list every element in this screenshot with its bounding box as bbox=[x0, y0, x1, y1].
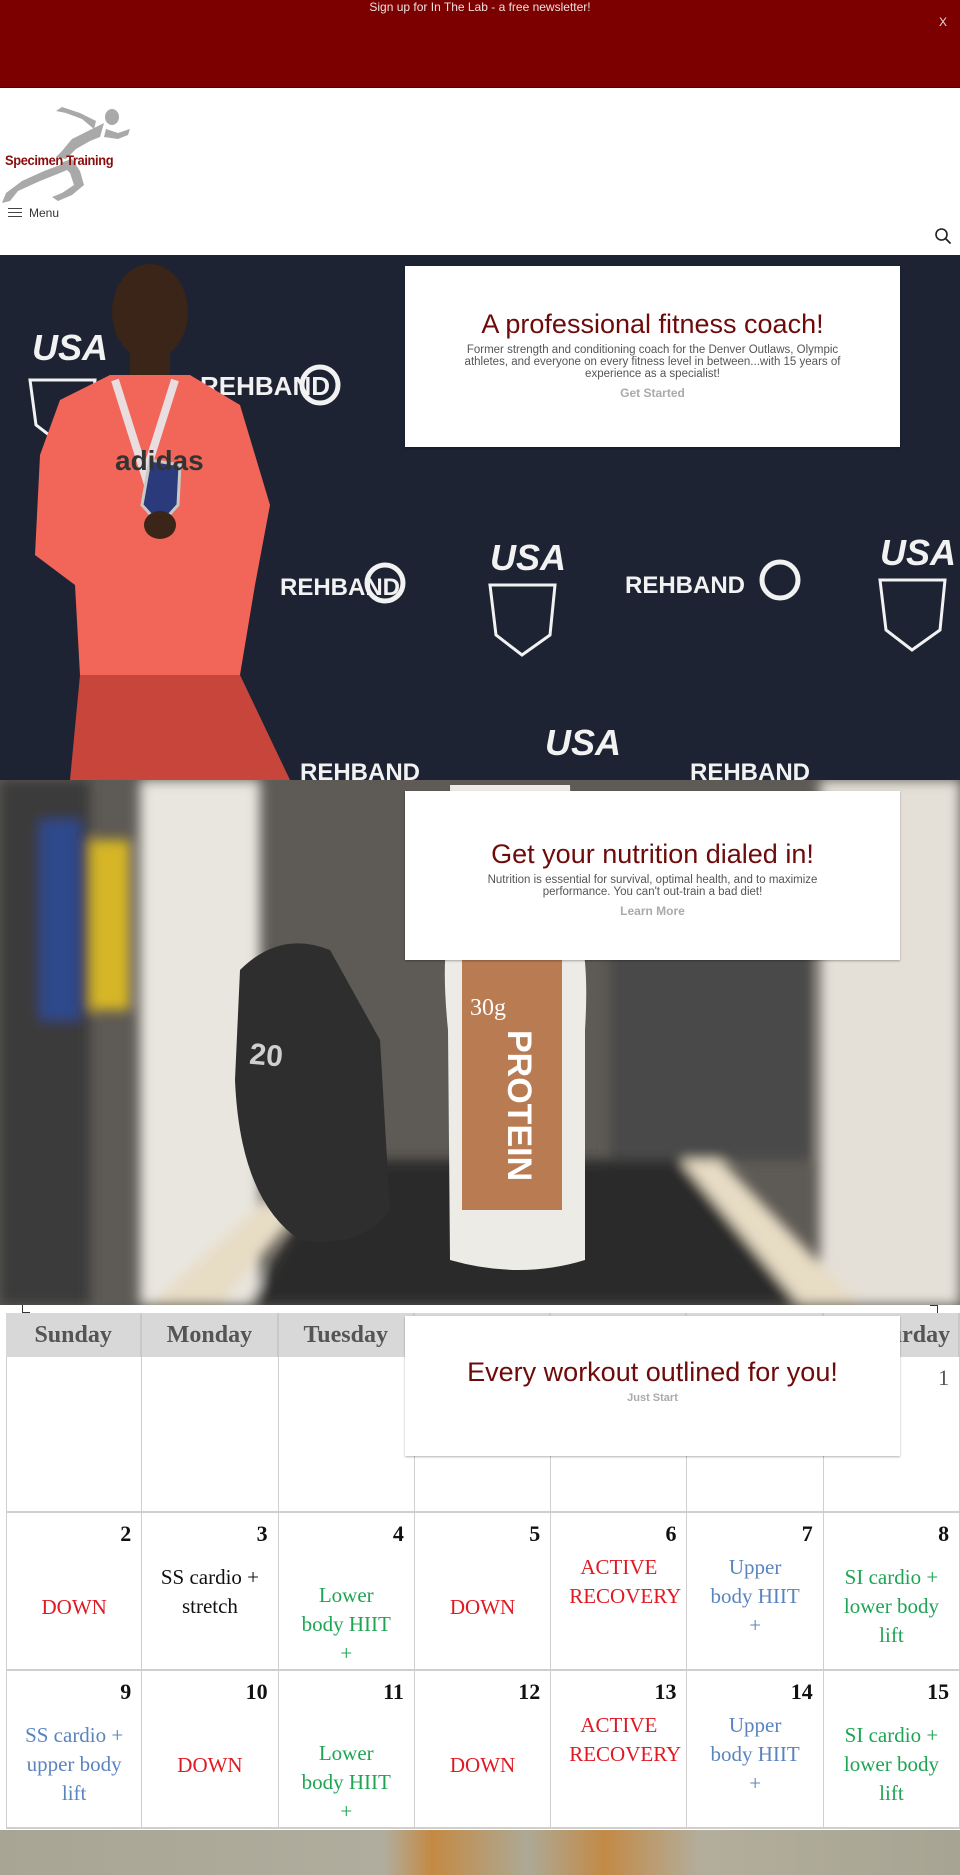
day-number: 13 bbox=[654, 1679, 677, 1704]
slide-title: Every workout outlined for you! bbox=[467, 1357, 838, 1387]
search-button[interactable] bbox=[934, 227, 952, 245]
day-number: 4 bbox=[392, 1521, 404, 1546]
calendar-day-cell bbox=[6, 1357, 143, 1513]
svg-text:USA: USA bbox=[880, 532, 956, 573]
crop-mark-right bbox=[930, 1305, 938, 1313]
calendar-week-row: 2 DOWN 3 SS cardio + stretch 4 Lower body HII… bbox=[6, 1513, 960, 1671]
calendar-day-cell: 10 DOWN bbox=[142, 1671, 279, 1829]
calendar-day-cell: 2 DOWN bbox=[6, 1513, 143, 1671]
svg-text:adidas: adidas bbox=[115, 445, 204, 476]
calendar-day-cell: 15 SI cardio + lower body lift bbox=[823, 1671, 960, 1829]
day-number: 2 bbox=[120, 1521, 132, 1546]
calendar-day-cell: 5 DOWN bbox=[414, 1513, 552, 1671]
calendar-day-cell: 12 DOWN bbox=[414, 1671, 552, 1829]
workout-label: SI cardio + lower body lift bbox=[843, 1723, 939, 1805]
learn-more-link[interactable]: Learn More bbox=[620, 904, 685, 918]
workout-label: ACTIVE RECOVERY bbox=[569, 1555, 682, 1608]
calendar-day-cell: 4 Lower body HIIT + bbox=[278, 1513, 415, 1671]
svg-text:REHBAND: REHBAND bbox=[300, 759, 420, 780]
calendar-header-cell: Monday bbox=[142, 1313, 279, 1357]
day-number: 9 bbox=[120, 1679, 132, 1704]
day-number: 8 bbox=[938, 1521, 950, 1546]
day-number: 7 bbox=[801, 1521, 813, 1546]
calendar-day-cell: 9 SS cardio + upper body lift bbox=[6, 1671, 143, 1829]
calendar-day-cell bbox=[142, 1357, 279, 1513]
day-number: 6 bbox=[665, 1521, 677, 1546]
svg-text:PROTEIN: PROTEIN bbox=[500, 1030, 538, 1181]
slide-title: A professional fitness coach! bbox=[481, 309, 824, 339]
next-slide-photo bbox=[0, 1830, 960, 1875]
newsletter-signup-link[interactable]: Sign up for In The Lab - a free newslett… bbox=[0, 0, 960, 14]
crop-mark-left bbox=[22, 1305, 30, 1313]
calendar-day-cell: 7 Upper body HIIT + bbox=[687, 1513, 824, 1671]
hamburger-icon bbox=[8, 208, 22, 218]
hero-card-nutrition: Get your nutrition dialed in! Nutrition … bbox=[405, 791, 900, 960]
menu-button[interactable]: Menu bbox=[8, 206, 59, 220]
calendar-day-cell: 3 SS cardio + stretch bbox=[142, 1513, 279, 1671]
hero-card-workouts: Every workout outlined for you! Just Sta… bbox=[405, 1316, 900, 1456]
calendar-day-cell: 8 SI cardio + lower body lift bbox=[823, 1513, 960, 1671]
workout-label: SS cardio + stretch bbox=[160, 1565, 260, 1618]
calendar-header-cell: Tuesday bbox=[278, 1313, 415, 1357]
workout-label: Lower body HIIT + bbox=[301, 1741, 391, 1823]
workout-label: Upper body HIIT + bbox=[710, 1555, 800, 1637]
search-icon bbox=[935, 228, 951, 244]
day-number: 10 bbox=[245, 1679, 268, 1704]
day-number: 3 bbox=[256, 1521, 268, 1546]
close-announcement-button[interactable]: X bbox=[939, 15, 947, 29]
workout-label: Lower body HIIT + bbox=[301, 1583, 391, 1665]
day-number: 1 bbox=[938, 1365, 950, 1390]
workout-label: SS cardio + upper body lift bbox=[25, 1723, 124, 1805]
svg-text:USA: USA bbox=[490, 537, 566, 578]
slide-title: Get your nutrition dialed in! bbox=[491, 839, 814, 869]
day-number: 5 bbox=[529, 1521, 541, 1546]
day-number: 14 bbox=[790, 1679, 813, 1704]
workout-label: DOWN bbox=[177, 1753, 243, 1777]
day-number: 11 bbox=[383, 1679, 404, 1704]
svg-text:REHBAND: REHBAND bbox=[280, 574, 400, 601]
svg-text:REHBAND: REHBAND bbox=[690, 759, 810, 780]
just-start-link[interactable]: Just Start bbox=[627, 1392, 678, 1404]
hero-slide-coach: USA REHBAND USA REHBAND REHBAND USA USA … bbox=[0, 255, 960, 780]
svg-text:USA: USA bbox=[545, 722, 621, 763]
workout-label: DOWN bbox=[449, 1595, 516, 1619]
logo-text: Specimen Training bbox=[5, 152, 114, 168]
calendar-day-cell: 11 Lower body HIIT + bbox=[278, 1671, 415, 1829]
calendar-day-cell: 6 ACTIVE RECOVERY bbox=[551, 1513, 688, 1671]
svg-text:REHBAND: REHBAND bbox=[625, 572, 745, 599]
workout-label: SI cardio + lower body lift bbox=[843, 1565, 939, 1647]
hero-card-coach: A professional fitness coach! Former str… bbox=[405, 266, 900, 447]
svg-text:20: 20 bbox=[248, 1038, 284, 1074]
slide-description: Former strength and conditioning coach f… bbox=[464, 344, 841, 380]
workout-label: Upper body HIIT + bbox=[710, 1713, 800, 1795]
svg-text:USA: USA bbox=[32, 327, 108, 368]
workout-label: DOWN bbox=[41, 1595, 107, 1619]
hero-slide-calendar: Sunday Monday Tuesday Wednesday Thursday… bbox=[0, 1305, 960, 1830]
get-started-link[interactable]: Get Started bbox=[620, 386, 685, 400]
calendar-day-cell: 14 Upper body HIIT + bbox=[687, 1671, 824, 1829]
logo[interactable]: Specimen Training bbox=[0, 99, 135, 204]
hero-slide-nutrition: 20 30g PROTEIN Get your nutrition dialed… bbox=[0, 780, 960, 1305]
calendar-header-cell: Sunday bbox=[6, 1313, 143, 1357]
slide-description: Nutrition is essential for survival, opt… bbox=[487, 874, 818, 898]
menu-label: Menu bbox=[29, 206, 60, 220]
announcement-bar: Sign up for In The Lab - a free newslett… bbox=[0, 0, 960, 88]
workout-label: ACTIVE RECOVERY bbox=[569, 1713, 682, 1766]
calendar-day-cell: 13 ACTIVE RECOVERY bbox=[551, 1671, 688, 1829]
calendar-day-cell bbox=[278, 1357, 415, 1513]
calendar-week-row: 9 SS cardio + upper body lift 10 DOWN 11 Lowe… bbox=[6, 1671, 960, 1829]
site-header: Specimen Training Menu bbox=[0, 89, 960, 255]
day-number: 12 bbox=[518, 1679, 541, 1704]
day-number: 15 bbox=[927, 1679, 950, 1704]
svg-text:30g: 30g bbox=[470, 995, 506, 1021]
workout-label: DOWN bbox=[449, 1753, 516, 1777]
